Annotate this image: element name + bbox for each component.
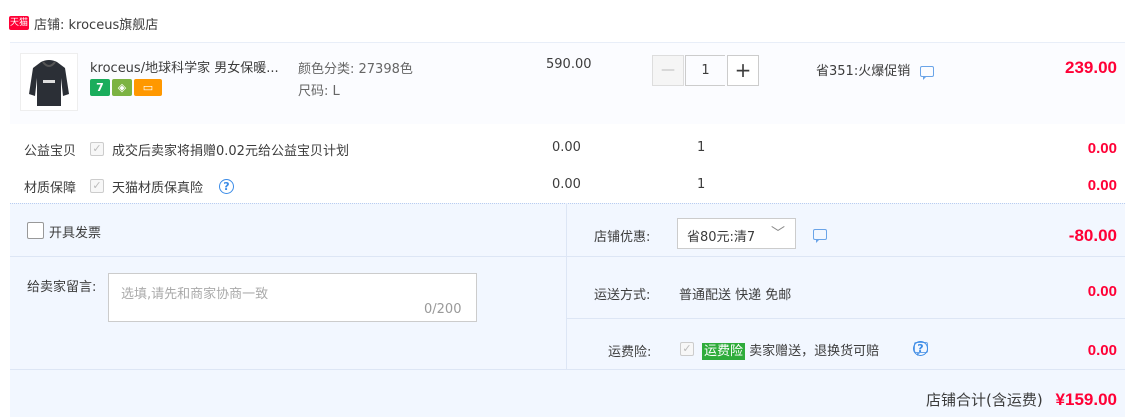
shop-name[interactable]: 店铺: kroceus旗舰店 (34, 14, 158, 33)
shop-total-amount: ¥159.00 (1055, 390, 1117, 409)
insurance-checkbox[interactable]: ✓ (680, 342, 694, 356)
help-icon[interactable]: ? (913, 341, 928, 356)
quantity-input[interactable]: 1 (685, 55, 725, 86)
increase-button[interactable]: + (727, 55, 759, 86)
discount-select[interactable]: 省80元:清7 ﹀ (677, 218, 796, 249)
comment-icon[interactable] (813, 229, 827, 243)
item-total: 239.00 (1065, 58, 1117, 77)
material-desc: 天猫材质保真险 (112, 181, 204, 196)
shipping-label: 运送方式: (594, 288, 651, 303)
help-icon[interactable]: ? (219, 179, 234, 194)
unit-price: 590.00 (546, 57, 592, 72)
insurance-desc: 卖家赠送，退换货可赔 (745, 344, 880, 359)
discount-amount: -80.00 (1068, 226, 1117, 245)
comment-icon[interactable] (920, 66, 935, 80)
material-total: 0.00 (1087, 177, 1117, 194)
shop-total-label: 店铺合计(含运费) (926, 391, 1043, 409)
shop-total: 店铺合计(含运费) ¥159.00 (926, 389, 1117, 410)
promotion-text: 省351:火爆促销 (816, 64, 911, 79)
charity-qty: 1 (697, 140, 706, 155)
chevron-down-icon: ﹀ (771, 226, 785, 242)
charity-checkbox[interactable]: ✓ (90, 142, 104, 156)
invoice-checkbox[interactable] (27, 222, 44, 239)
seven-day-return-icon[interactable]: 7 (90, 79, 110, 96)
discount-value: 省80元:清7 (687, 230, 756, 245)
tmall-logo: 天猫 (9, 16, 29, 30)
message-char-count: 0/200 (424, 302, 462, 317)
hoodie-image (21, 54, 77, 110)
divider (10, 256, 566, 257)
insurance-label: 运费险: (608, 345, 652, 360)
invoice-label[interactable]: 开具发票 (49, 222, 101, 241)
insurance-amount: 0.00 (1087, 342, 1117, 359)
message-placeholder: 选填,请先和商家协商一致 (121, 287, 269, 302)
charity-total: 0.00 (1087, 140, 1117, 157)
charity-desc: 成交后卖家将捐赠0.02元给公益宝贝计划 (112, 144, 349, 159)
panel-divider (566, 203, 567, 369)
product-row (10, 42, 1125, 124)
decrease-button[interactable]: — (652, 55, 684, 86)
product-thumbnail[interactable] (20, 53, 78, 111)
message-label: 给卖家留言: (27, 280, 97, 295)
charity-price: 0.00 (552, 140, 581, 155)
insurance-tag: 运费险 (702, 343, 746, 360)
service-badges: 7 ◈ ▭ (90, 79, 162, 96)
service-label-charity: 公益宝贝 (24, 144, 77, 159)
divider (567, 256, 1125, 257)
sku-color: 颜色分类: 27398色 (298, 62, 413, 77)
shipping-amount: 0.00 (1087, 283, 1117, 300)
material-checkbox[interactable]: ✓ (90, 179, 104, 193)
shipping-value: 普通配送 快递 免邮 (679, 288, 792, 303)
consumer-guarantee-icon[interactable]: ◈ (112, 79, 132, 96)
credit-card-icon[interactable]: ▭ (134, 79, 162, 96)
divider (567, 318, 1125, 319)
product-title[interactable]: kroceus/地球科学家 男女保暖... (90, 57, 279, 76)
promotion: 省351:火爆促销 (816, 60, 935, 80)
service-label-material: 材质保障 (24, 181, 77, 196)
quantity-stepper: — 1 + (652, 55, 759, 86)
material-price: 0.00 (552, 177, 581, 192)
material-qty: 1 (697, 177, 706, 192)
sku-size: 尺码: L (298, 84, 340, 99)
discount-label: 店铺优惠: (594, 230, 651, 245)
insurance-info: 运费险 卖家赠送，退换货可赔 (702, 340, 880, 360)
